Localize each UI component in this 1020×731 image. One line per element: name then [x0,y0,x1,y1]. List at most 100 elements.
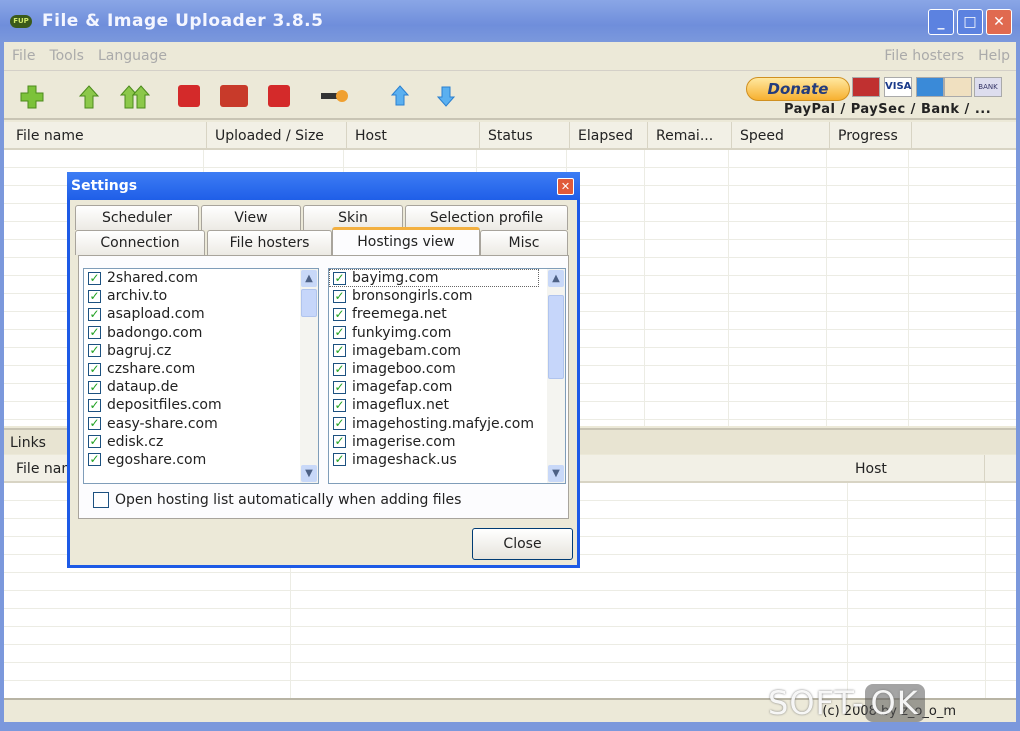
image-hosts-list[interactable]: ✓ bayimg.com ✓ bronsongirls.com ✓ freemega.ne… [328,268,566,484]
title-bar: FUP File & Image Uploader 3.8.5 _ □ ✕ [0,0,1020,42]
minimize-button[interactable]: _ [928,9,954,35]
auto-open-checkbox[interactable] [93,492,109,508]
host-name: imagerise.com [352,433,456,450]
list-item[interactable]: ✓ asapload.com [84,305,318,323]
checkbox[interactable]: ✓ [88,380,101,394]
checkbox[interactable]: ✓ [333,362,346,376]
upload-all-icon[interactable] [119,85,151,109]
checkbox[interactable]: ✓ [333,271,346,285]
move-up-icon[interactable] [390,85,412,107]
tab-view[interactable]: View [201,205,301,230]
list-item[interactable]: ✓ dataup.de [84,378,318,396]
list-item[interactable]: ✓ funkyimg.com [329,324,565,342]
checkbox[interactable]: ✓ [333,435,346,449]
list-item[interactable]: ✓ imageflux.net [329,396,565,414]
checkbox[interactable]: ✓ [88,344,101,358]
list-item[interactable]: ✓ imageboo.com [329,360,565,378]
menu-language[interactable]: Language [98,48,167,64]
checkbox[interactable]: ✓ [88,417,101,431]
stop-one-icon[interactable] [178,85,200,107]
checkbox[interactable]: ✓ [88,398,101,412]
checkbox[interactable]: ✓ [88,435,101,449]
col-host[interactable]: Host [847,455,985,483]
list-item[interactable]: ✓ edisk.cz [84,433,318,451]
menu-file-hosters[interactable]: File hosters [884,48,964,64]
scroll-down-icon[interactable]: ▼ [301,465,317,482]
list-item[interactable]: ✓ imagebam.com [329,342,565,360]
col-speed[interactable]: Speed [732,122,830,150]
auto-open-option[interactable]: Open hosting list automatically when add… [93,492,461,508]
list-item[interactable]: ✓ bagruj.cz [84,342,318,360]
checkbox[interactable]: ✓ [88,271,101,285]
host-name: archiv.to [107,288,168,305]
checkbox[interactable]: ✓ [88,362,101,376]
key-icon[interactable] [320,85,350,107]
checkbox[interactable]: ✓ [88,453,101,467]
col-progress[interactable]: Progress [830,122,912,150]
col-elapsed[interactable]: Elapsed [570,122,648,150]
donate-button[interactable]: Donate [746,77,850,101]
move-down-icon[interactable] [436,85,458,107]
list-item[interactable]: ✓ imagehosting.mafyje.com [329,415,565,433]
col-uploaded-size[interactable]: Uploaded / Size [207,122,347,150]
list-item[interactable]: ✓ egoshare.com [84,451,318,469]
settings-dialog: Settings ✕ Scheduler View Skin Selection… [67,172,580,568]
scroll-thumb[interactable] [301,289,317,317]
list-item[interactable]: ✓ imageshack.us [329,451,565,469]
checkbox[interactable]: ✓ [88,307,101,321]
menu-tools[interactable]: Tools [49,48,84,64]
maximize-button[interactable]: □ [957,9,983,35]
tab-scheduler[interactable]: Scheduler [75,205,199,230]
host-name: egoshare.com [107,451,207,468]
checkbox[interactable]: ✓ [333,326,346,340]
scroll-thumb[interactable] [548,295,564,379]
checkbox[interactable]: ✓ [333,380,346,394]
tab-connection[interactable]: Connection [75,230,205,255]
tab-file-hosters[interactable]: File hosters [207,230,332,255]
menu-bar: File Tools Language File hosters Help [4,42,1016,70]
dialog-close-icon[interactable]: ✕ [557,178,574,195]
scroll-up-icon[interactable]: ▲ [301,270,317,287]
move-icon[interactable] [220,85,248,107]
scrollbar[interactable]: ▲ ▼ [300,269,318,483]
list-item[interactable]: ✓ easy-share.com [84,415,318,433]
checkbox[interactable]: ✓ [333,398,346,412]
list-item[interactable]: ✓ badongo.com [84,324,318,342]
col-remaining[interactable]: Remai... [648,122,732,150]
add-icon[interactable] [20,85,44,109]
col-file-name[interactable]: File name [8,122,207,150]
stop-icon[interactable] [268,85,290,107]
checkbox[interactable]: ✓ [333,417,346,431]
list-item[interactable]: ✓ freemega.net [329,305,565,323]
upload-icon[interactable] [78,85,100,109]
scrollbar[interactable]: ▲ ▼ [547,269,565,483]
scroll-down-icon[interactable]: ▼ [548,465,564,482]
checkbox[interactable]: ✓ [333,289,346,303]
toolbar: Donate VISA BANK PayPal / PaySec / Bank … [4,70,1016,120]
list-item[interactable]: ✓ bayimg.com [329,269,539,288]
file-hosts-list[interactable]: ✓ 2shared.com ✓ archiv.to ✓ asapload.com ✓ bado… [83,268,319,484]
checkbox[interactable]: ✓ [333,453,346,467]
checkbox[interactable]: ✓ [88,289,101,303]
list-item[interactable]: ✓ imagerise.com [329,433,565,451]
menu-help[interactable]: Help [978,48,1010,64]
host-name: dataup.de [107,379,179,396]
list-item[interactable]: ✓ czshare.com [84,360,318,378]
host-name: 2shared.com [107,270,198,287]
tab-hostings-view[interactable]: Hostings view [332,227,480,255]
menu-file[interactable]: File [12,48,35,64]
scroll-up-icon[interactable]: ▲ [548,270,564,287]
checkbox[interactable]: ✓ [333,344,346,358]
list-item[interactable]: ✓ imagefap.com [329,378,565,396]
close-window-button[interactable]: ✕ [986,9,1012,35]
list-item[interactable]: ✓ archiv.to [84,287,318,305]
col-host[interactable]: Host [347,122,480,150]
list-item[interactable]: ✓ 2shared.com [84,269,318,287]
list-item[interactable]: ✓ bronsongirls.com [329,287,565,305]
list-item[interactable]: ✓ depositfiles.com [84,396,318,414]
close-button[interactable]: Close [472,528,573,560]
tab-misc[interactable]: Misc [480,230,568,255]
checkbox[interactable]: ✓ [333,307,346,321]
checkbox[interactable]: ✓ [88,326,101,340]
col-status[interactable]: Status [480,122,570,150]
